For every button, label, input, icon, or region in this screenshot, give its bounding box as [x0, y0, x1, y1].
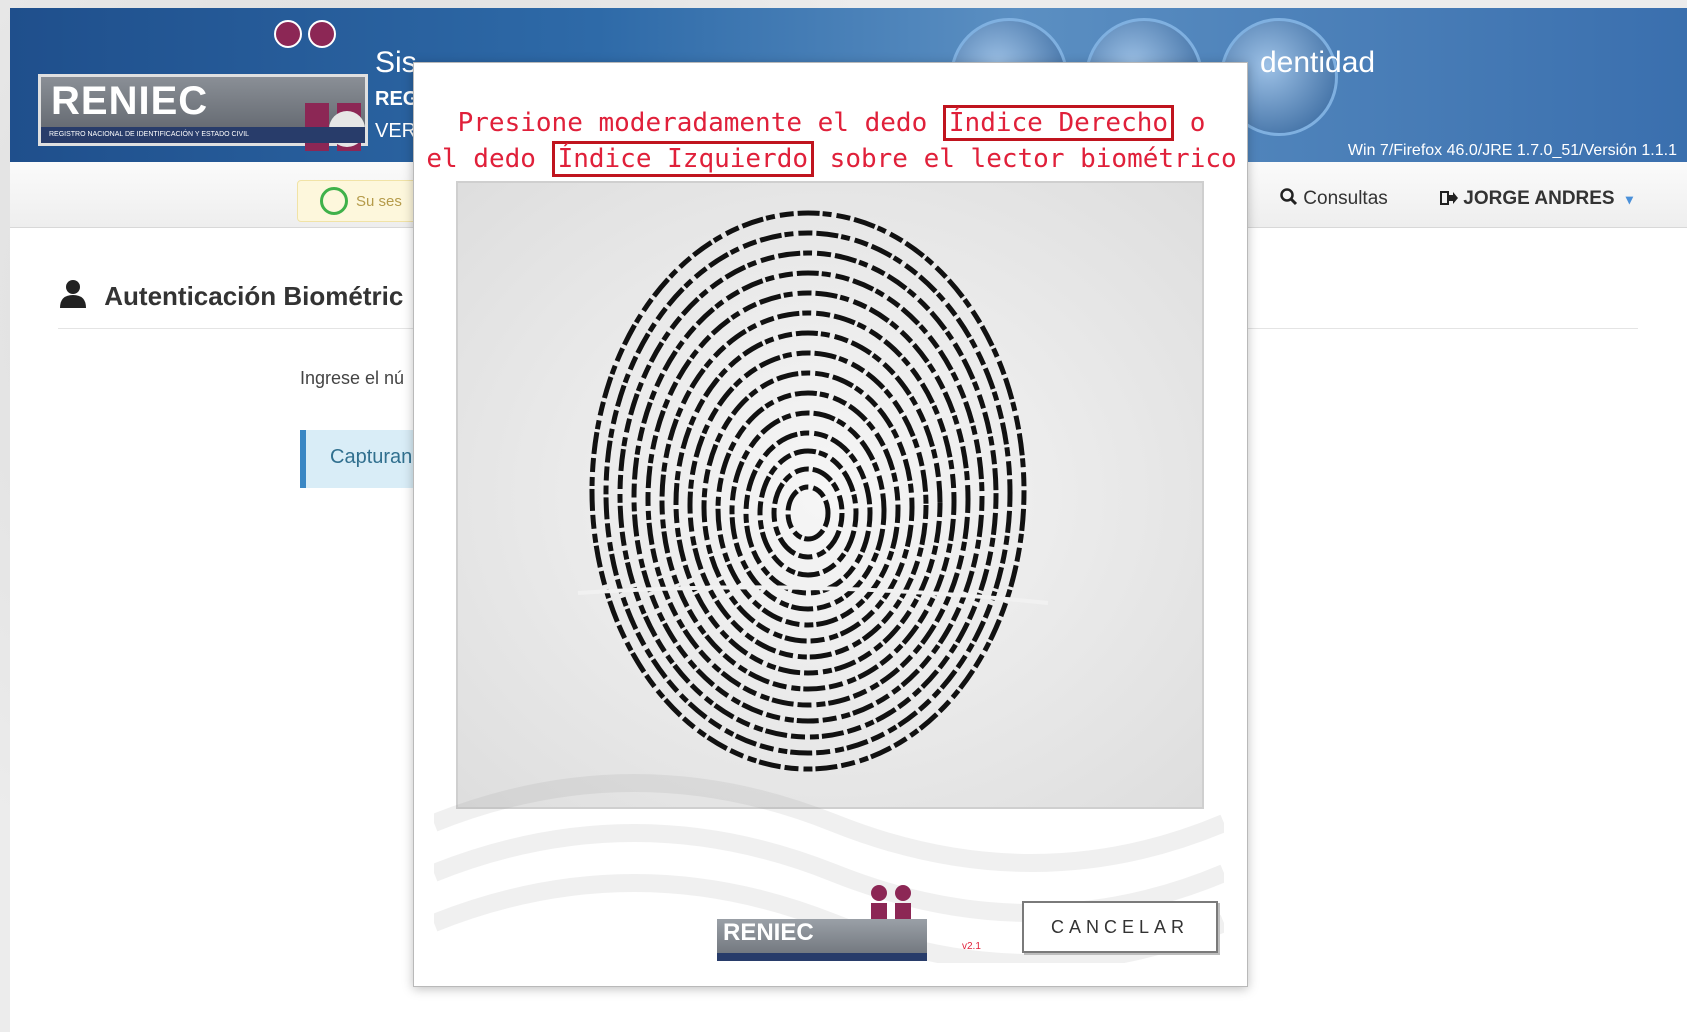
people-heads-icon: [274, 20, 336, 48]
modal-logo-band: [717, 953, 927, 961]
instruction-line-1-post: o: [1174, 108, 1206, 138]
search-icon: [1280, 188, 1298, 206]
caret-down-icon: ▾: [1625, 191, 1633, 207]
header-title-start: Sis: [375, 46, 417, 79]
version-info: Win 7/Firefox 46.0/JRE 1.7.0_51/Versión …: [1347, 142, 1677, 159]
instruction-line-2-post: sobre el lector biométrico: [814, 144, 1237, 174]
nav-consultas[interactable]: Consultas: [1280, 188, 1388, 210]
page-title-text: Autenticación Biométric: [104, 281, 404, 311]
instruction-text: Presione moderadamente el dedo Índice De…: [414, 105, 1249, 177]
modal-logo-text: RENIEC: [723, 919, 814, 946]
page-title: Autenticación Biométric: [58, 278, 403, 312]
app-window: RENIEC REGISTRO NACIONAL DE IDENTIFICACI…: [10, 8, 1687, 1032]
instruction-line-1-pre: Presione moderadamente el dedo: [457, 108, 943, 138]
user-menu[interactable]: JORGE ANDRES ▾: [1440, 188, 1633, 210]
modal-version: v2.1: [962, 941, 981, 952]
header-subtitle-2: VER: [375, 120, 417, 142]
sign-out-icon: [1440, 191, 1458, 205]
user-name: JORGE ANDRES: [1463, 188, 1615, 209]
cancel-button[interactable]: CANCELAR: [1022, 901, 1218, 953]
ingrese-label: Ingrese el nú: [300, 368, 405, 388]
reniec-logo[interactable]: RENIEC REGISTRO NACIONAL DE IDENTIFICACI…: [38, 74, 368, 151]
fingerprint-modal: Presione moderadamente el dedo Índice De…: [413, 62, 1248, 987]
instruction-line-2-pre: el dedo: [426, 144, 552, 174]
logo-text: RENIEC: [51, 79, 209, 123]
highlight-right-index: Índice Derecho: [942, 105, 1175, 141]
highlight-left-index: Índice Izquierdo: [551, 141, 815, 177]
header-subtitle-1: REG: [375, 88, 419, 110]
session-status: Su ses: [297, 180, 417, 222]
instruction-line-1: Presione moderadamente el dedo Índice De…: [414, 105, 1249, 141]
header-title-end: dentidad: [1260, 46, 1376, 79]
modal-reniec-logo: RENIEC: [717, 883, 927, 963]
fingerprint-image: [458, 183, 1202, 807]
modal-people-icon: [871, 885, 911, 923]
session-text: Su ses: [356, 193, 402, 210]
logo-subtext: REGISTRO NACIONAL DE IDENTIFICACIÓN Y ES…: [41, 127, 365, 143]
session-ring-icon: [320, 187, 348, 215]
user-icon: [60, 280, 86, 308]
nav-consultas-label: Consultas: [1303, 188, 1388, 209]
fingerprint-capture-area: [456, 181, 1204, 809]
instruction-line-2: el dedo Índice Izquierdo sobre el lector…: [414, 141, 1249, 177]
